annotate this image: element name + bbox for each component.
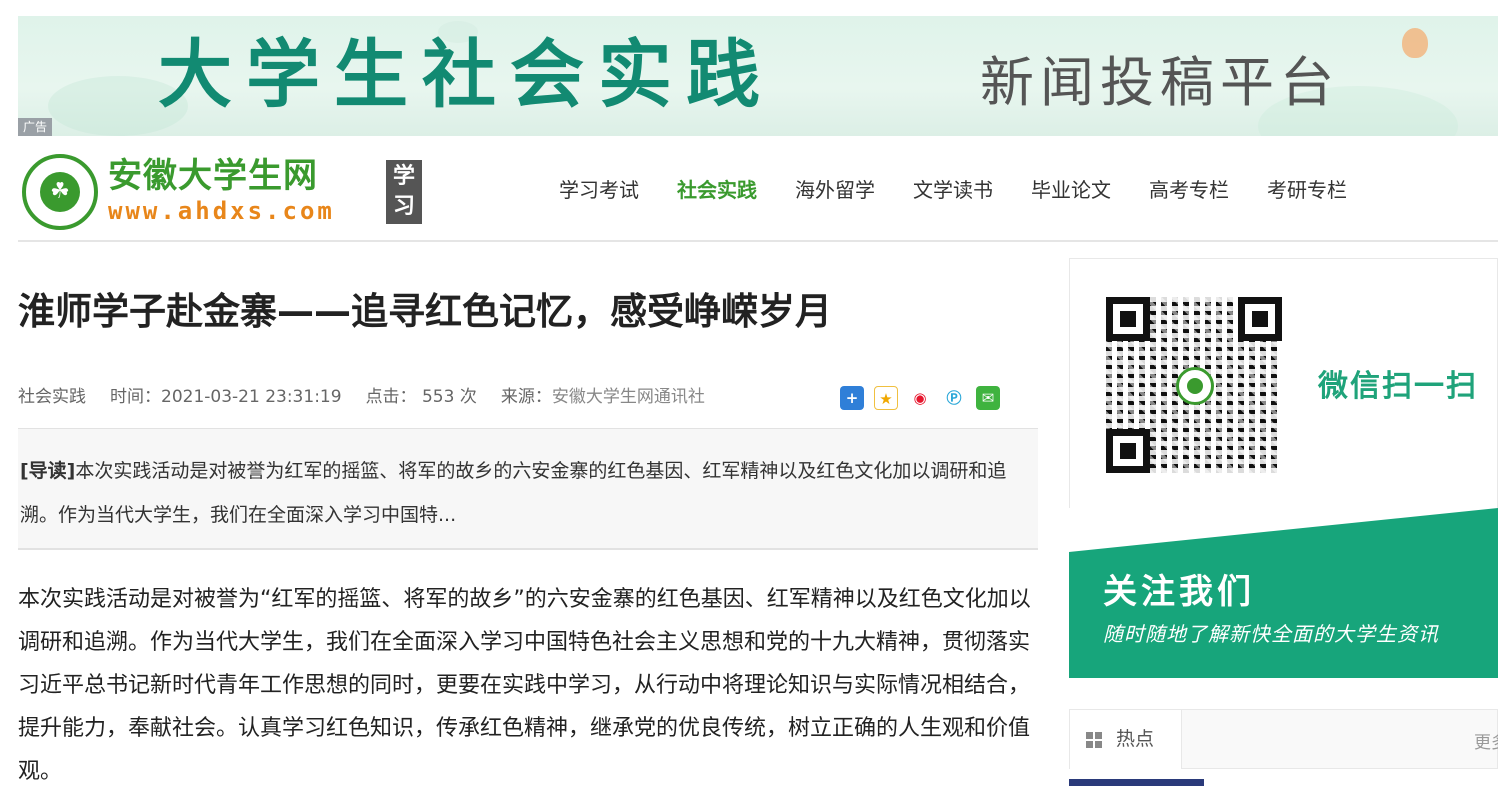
article-title: 淮师学子赴金寨——追寻红色记忆，感受峥嵘岁月 bbox=[18, 290, 832, 333]
source-name: 安徽大学生网通讯社 bbox=[551, 387, 705, 407]
nav-item-study-abroad[interactable]: 海外留学 bbox=[795, 170, 875, 210]
site-logo[interactable]: ☘ 安徽大学生网 www.ahdxs.com bbox=[22, 152, 422, 232]
logo-site-name: 安徽大学生网 bbox=[108, 156, 318, 196]
source-label: 来源： bbox=[500, 387, 552, 407]
weibo-icon[interactable]: ◉ bbox=[908, 386, 932, 410]
tab-hot[interactable]: 热点 bbox=[1070, 709, 1182, 769]
qr-logo-icon bbox=[1176, 367, 1214, 405]
follow-subtitle: 随时随地了解新快全面的大学生资讯 bbox=[1103, 622, 1439, 646]
wechat-qr-code bbox=[1106, 297, 1282, 473]
top-ad-banner[interactable]: 大学生社会实践 新闻投稿平台 bbox=[18, 16, 1498, 136]
channel-badge: 学习 bbox=[386, 160, 422, 224]
ad-tag: 广告 bbox=[18, 118, 53, 136]
article-body: 本次实践活动是对被誉为“红军的摇篮、将军的故乡”的六安金寨的红色基因、红军精神以… bbox=[18, 587, 1031, 784]
wechat-scan-label: 微信扫一扫 bbox=[1318, 369, 1478, 404]
nav-item-literature[interactable]: 文学读书 bbox=[913, 170, 993, 210]
logo-emblem-icon: ☘ bbox=[22, 154, 98, 230]
article-category[interactable]: 社会实践 bbox=[18, 384, 86, 410]
wechat-icon[interactable]: ✉ bbox=[976, 386, 1000, 410]
hot-air-balloon-icon bbox=[1402, 28, 1428, 58]
lead-paragraph: [导读]本次实践活动是对被誉为红军的摇篮、将军的故乡的六安金寨的红色基因、红军精… bbox=[20, 449, 1030, 537]
nav-item-study-exam[interactable]: 学习考试 bbox=[559, 170, 639, 210]
nav-item-thesis[interactable]: 毕业论文 bbox=[1031, 170, 1111, 210]
follow-us-panel: 关注我们 随时随地了解新快全面的大学生资讯 bbox=[1069, 508, 1498, 678]
article-source: 来源：安徽大学生网通讯社 bbox=[501, 384, 705, 410]
share-bar: + ★ ◉ Ⓟ ✉ bbox=[840, 386, 1010, 410]
follow-title: 关注我们 bbox=[1103, 572, 1255, 612]
logo-site-url: www.ahdxs.com bbox=[108, 197, 335, 225]
nav-item-gaokao[interactable]: 高考专栏 bbox=[1149, 170, 1229, 210]
wechat-qr-panel: 微信扫一扫 bbox=[1069, 258, 1498, 508]
article-time: 时间：2021-03-21 23:31:19 bbox=[110, 387, 342, 407]
pinterest-icon[interactable]: Ⓟ bbox=[942, 386, 966, 410]
article-meta: 社会实践 时间：2021-03-21 23:31:19 点击： 553 次 来源… bbox=[18, 384, 729, 410]
grid-icon bbox=[1086, 732, 1102, 748]
plus-share-icon[interactable]: + bbox=[840, 386, 864, 410]
lead-label: [导读] bbox=[20, 460, 76, 482]
banner-sub-text: 新闻投稿平台 bbox=[980, 51, 1340, 114]
banner-main-text: 大学生社会实践 bbox=[158, 32, 774, 118]
article-clicks: 点击： 553 次 bbox=[365, 387, 477, 407]
more-link[interactable]: 更多 bbox=[1474, 728, 1498, 753]
header-divider bbox=[18, 240, 1498, 242]
hot-thumbnail[interactable] bbox=[1069, 779, 1204, 786]
nav-item-social-practice[interactable]: 社会实践 bbox=[677, 170, 757, 210]
hot-panel-header: 热点 更多 bbox=[1069, 709, 1498, 769]
qzone-icon[interactable]: ★ bbox=[874, 386, 898, 410]
hot-label: 热点 bbox=[1116, 728, 1155, 750]
article-lead: [导读]本次实践活动是对被誉为红军的摇篮、将军的故乡的六安金寨的红色基因、红军精… bbox=[18, 428, 1038, 550]
nav-item-postgrad[interactable]: 考研专栏 bbox=[1267, 170, 1347, 210]
main-nav: 学习考试 社会实践 海外留学 文学读书 毕业论文 高考专栏 考研专栏 bbox=[540, 170, 1366, 210]
lead-text: 本次实践活动是对被誉为红军的摇篮、将军的故乡的六安金寨的红色基因、红军精神以及红… bbox=[20, 460, 1007, 526]
